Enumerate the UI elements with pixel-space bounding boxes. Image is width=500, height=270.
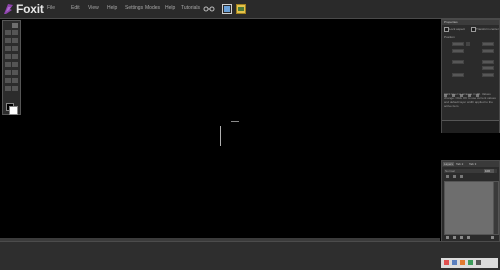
link-icon[interactable]	[460, 175, 463, 178]
new-layer-icon[interactable]	[446, 236, 449, 239]
properties-title: Properties	[444, 20, 458, 24]
tray-app-icon[interactable]	[444, 260, 449, 265]
transform-center-label: Transform center	[476, 27, 499, 31]
text-tool-icon[interactable]	[5, 62, 11, 67]
layer-list[interactable]	[444, 181, 494, 235]
menu-item-modes[interactable]: Modes	[145, 5, 160, 11]
canvas-guide-vertical	[220, 126, 221, 146]
menu-item-view[interactable]: View	[88, 5, 99, 11]
properties-footer	[442, 120, 499, 133]
scale-y-field[interactable]	[482, 60, 494, 64]
properties-header: Properties	[442, 20, 499, 25]
layer-list-scrollbar[interactable]	[493, 181, 499, 235]
line-tool-icon[interactable]	[12, 62, 18, 67]
height-field[interactable]	[482, 49, 494, 53]
menu-item-file[interactable]: File	[47, 5, 55, 11]
group-layer-icon[interactable]	[460, 236, 463, 239]
width-field[interactable]	[452, 49, 464, 53]
layers-panel: Layers Tab 2 Tab 3 Normal 100	[441, 160, 500, 242]
delete-layer-icon[interactable]	[491, 236, 494, 239]
blur-tool-icon[interactable]	[12, 86, 18, 91]
eyedropper-tool-icon[interactable]	[5, 78, 11, 83]
layer-lock-row	[444, 175, 497, 179]
select-tool-icon[interactable]	[12, 30, 18, 35]
layers-tab-strip: Layers Tab 2 Tab 3	[442, 161, 499, 167]
clone-tool-icon[interactable]	[5, 86, 11, 91]
blend-mode-select[interactable]: Normal	[445, 169, 455, 173]
tab-layers[interactable]: Layers	[443, 162, 455, 166]
app-name: Foxit	[16, 2, 44, 16]
eraser-tool-icon[interactable]	[5, 54, 11, 59]
image-icon[interactable]	[222, 4, 232, 14]
foreground-color-swatch[interactable]	[9, 106, 18, 115]
align-icons-row	[444, 84, 496, 97]
menu-item-tutorials[interactable]: Tutorials	[181, 5, 200, 11]
menu-item-help[interactable]: Help	[107, 5, 117, 11]
tab-2[interactable]: Tab 2	[456, 162, 463, 166]
move-tool-icon[interactable]	[5, 30, 11, 35]
layer-blend-row: Normal 100	[444, 169, 497, 173]
status-bar	[0, 241, 500, 270]
top-bar: Foxit File Edit View Help Settings Modes…	[0, 0, 500, 19]
opacity-value: 100	[485, 169, 491, 173]
opacity-field[interactable]	[482, 73, 494, 77]
arrow-tool-icon[interactable]	[12, 23, 18, 28]
shape-tool-icon[interactable]	[12, 46, 18, 51]
y-field[interactable]	[482, 42, 494, 46]
toolbox-panel	[2, 20, 21, 115]
mask-layer-icon[interactable]	[467, 236, 470, 239]
zoom-tool-icon[interactable]	[12, 70, 18, 75]
visibility-icon[interactable]	[453, 175, 456, 178]
properties-panel: Properties Lock aspect Transform center …	[441, 19, 500, 133]
crop-tool-icon[interactable]	[5, 46, 11, 51]
x-field[interactable]	[452, 42, 464, 46]
tray-clock-icon[interactable]	[476, 260, 481, 265]
scale-x-field[interactable]	[452, 60, 464, 64]
x-unit-field[interactable]	[466, 42, 470, 46]
layer-footer	[444, 235, 497, 240]
menu-item-help-2[interactable]: Help	[165, 5, 175, 11]
foxit-logo-icon	[4, 4, 13, 14]
hand-tool-icon[interactable]	[5, 70, 11, 75]
pen-tool-icon[interactable]	[5, 38, 11, 43]
canvas-guide-horizontal	[231, 121, 239, 122]
picture-icon[interactable]	[236, 4, 246, 14]
gradient-tool-icon[interactable]	[12, 78, 18, 83]
duplicate-layer-icon[interactable]	[453, 236, 456, 239]
menu-item-edit[interactable]: Edit	[71, 5, 80, 11]
fill-tool-icon[interactable]	[12, 54, 18, 59]
app-logo: Foxit	[3, 2, 44, 16]
menu-item-settings[interactable]: Settings	[125, 5, 143, 11]
glasses-icon[interactable]	[203, 4, 215, 14]
lock-aspect-label: Lock aspect	[449, 27, 466, 31]
tray-battery-icon[interactable]	[468, 260, 473, 265]
system-tray	[441, 258, 498, 268]
position-section-label: Position	[444, 35, 455, 39]
angle-field[interactable]	[452, 73, 464, 77]
depth-field[interactable]	[482, 66, 494, 70]
tab-3[interactable]: Tab 3	[469, 162, 476, 166]
brush-tool-icon[interactable]	[12, 38, 18, 43]
properties-description: Click layer to arrange in 3D. Values cha…	[444, 92, 496, 108]
tray-network-icon[interactable]	[452, 260, 457, 265]
lock-icon[interactable]	[446, 175, 449, 178]
tray-volume-icon[interactable]	[460, 260, 465, 265]
